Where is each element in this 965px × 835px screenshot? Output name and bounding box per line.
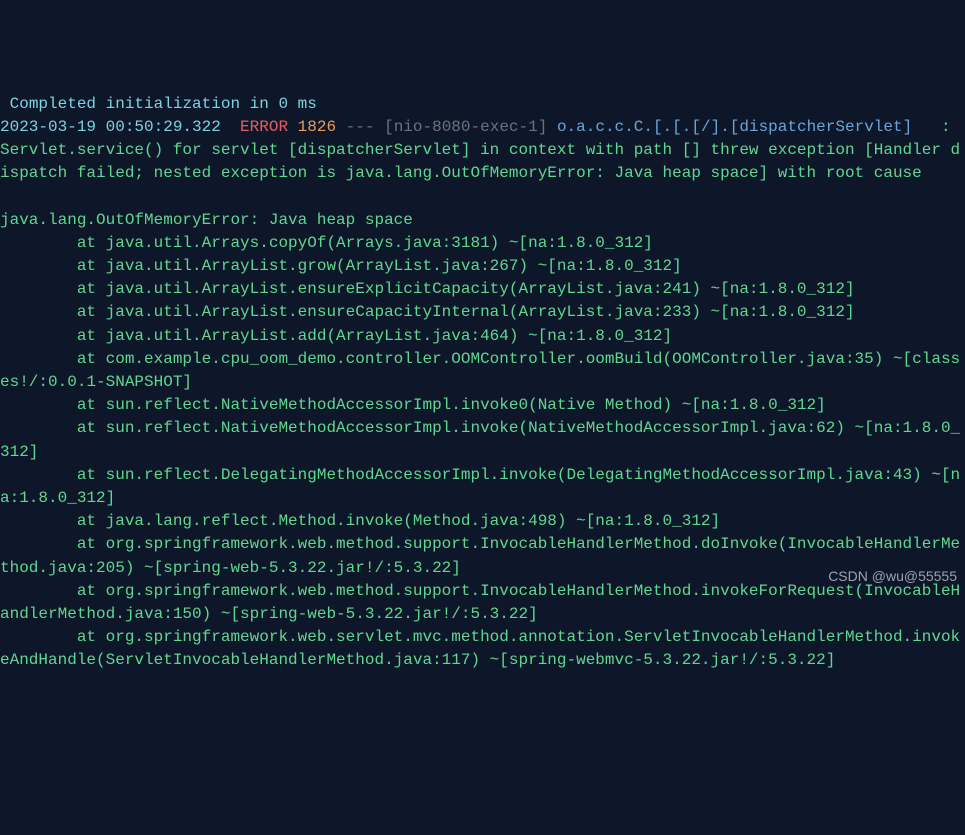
log-separator: ---: [336, 118, 384, 136]
log-level: ERROR: [240, 118, 288, 136]
stack-frame: at java.util.ArrayList.ensureCapacityInt…: [0, 303, 855, 321]
stack-frame: at java.lang.reflect.Method.invoke(Metho…: [0, 512, 720, 530]
stack-frame: at java.util.Arrays.copyOf(Arrays.java:3…: [0, 234, 653, 252]
watermark-text: CSDN @wu@55555: [828, 566, 957, 586]
stack-frame: at java.util.ArrayList.grow(ArrayList.ja…: [0, 257, 682, 275]
stack-frame: at sun.reflect.DelegatingMethodAccessorI…: [0, 466, 960, 507]
log-colon: :: [912, 118, 950, 136]
exception-line: java.lang.OutOfMemoryError: Java heap sp…: [0, 211, 413, 229]
log-timestamp: 2023-03-19 00:50:29.322: [0, 118, 221, 136]
log-pid: 1826: [298, 118, 336, 136]
stack-frame: at java.util.ArrayList.ensureExplicitCap…: [0, 280, 855, 298]
stack-frame: at sun.reflect.NativeMethodAccessorImpl.…: [0, 419, 960, 460]
log-output: Completed initialization in 0 ms 2023-03…: [0, 93, 965, 673]
stack-frame: at com.example.cpu_oom_demo.controller.O…: [0, 350, 960, 391]
stack-frame: at org.springframework.web.servlet.mvc.m…: [0, 628, 960, 669]
log-logger: o.a.c.c.C.[.[.[/].[dispatcherServlet]: [557, 118, 912, 136]
stack-frame: at sun.reflect.NativeMethodAccessorImpl.…: [0, 396, 826, 414]
stack-frame: at org.springframework.web.method.suppor…: [0, 582, 960, 623]
stack-frame: at java.util.ArrayList.add(ArrayList.jav…: [0, 327, 672, 345]
init-message: Completed initialization in 0 ms: [0, 95, 317, 113]
stack-frame: at org.springframework.web.method.suppor…: [0, 535, 960, 576]
log-thread: [nio-8080-exec-1]: [384, 118, 547, 136]
